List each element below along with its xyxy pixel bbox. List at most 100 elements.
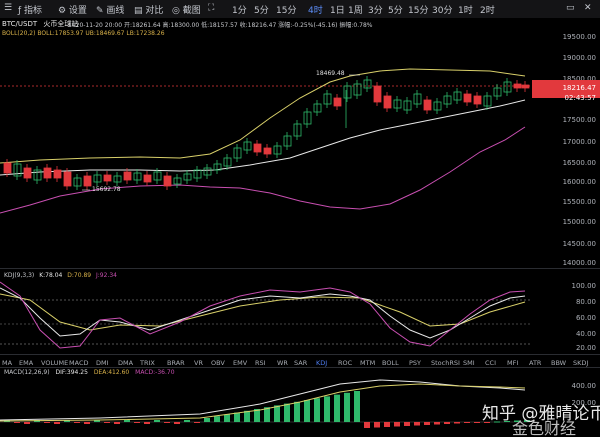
kdj-k: K:78.04: [39, 272, 63, 279]
kdj-tick-label: 20.00: [575, 344, 596, 352]
candle-body: [73, 177, 82, 187]
indicator-tab-emv[interactable]: EMV: [233, 359, 247, 367]
macd-dea: DEA:412.60: [93, 369, 130, 376]
indicator-tab-trix[interactable]: TRIX: [140, 359, 155, 367]
kdj-tick-label: 60.00: [575, 314, 596, 322]
indicator-tab-skdj[interactable]: SKDJ: [573, 359, 588, 367]
indicator-tab-wr[interactable]: WR: [277, 359, 288, 367]
indicator-tab-obv[interactable]: OBV: [211, 359, 225, 367]
candle-body: [153, 171, 162, 181]
candle-body: [323, 93, 332, 105]
macd-readout: MACD(12,26,9) DIF:394.25 DEA:412.60 MACD…: [4, 369, 175, 376]
macd-dif-line: [0, 379, 526, 421]
candle-body: [243, 141, 252, 151]
macd-histogram-bar: [404, 422, 410, 426]
indicator-tab-boll[interactable]: BOLL: [382, 359, 399, 367]
price-tick-label: 18216.47: [562, 84, 596, 92]
indicator-tab-sar[interactable]: SAR: [294, 359, 307, 367]
macd-histogram-bar: [14, 422, 20, 423]
macd-histogram-bar: [454, 422, 460, 424]
indicator-tab-kdj[interactable]: KDJ: [316, 359, 327, 367]
macd-histogram-bar: [294, 401, 300, 422]
macd-histogram-bar: [164, 422, 170, 423]
kdj-j-line: [0, 281, 526, 349]
macd-histogram-bar: [344, 392, 350, 422]
candle-body: [483, 95, 492, 107]
indicator-tab-dma[interactable]: DMA: [118, 359, 133, 367]
candle-body: [303, 111, 312, 125]
macd-histogram-bar: [354, 391, 360, 422]
indicator-tab-volume[interactable]: VOLUME: [41, 359, 68, 367]
candle-body: [473, 95, 482, 105]
macd-dea-line: [0, 383, 526, 422]
kdj-k-line: [0, 287, 526, 339]
candle-body: [253, 143, 262, 153]
candle-body: [503, 81, 512, 93]
candle-body: [3, 162, 12, 174]
macd-histogram-bar: [374, 422, 380, 428]
indicator-tab-dmi[interactable]: DMI: [96, 359, 109, 367]
indicator-tab-bbw[interactable]: BBW: [551, 359, 566, 367]
candle-body: [283, 135, 292, 147]
macd-histogram-bar: [434, 422, 440, 425]
kdj-label: KDJ(9,3,3): [4, 272, 35, 279]
pane-divider: [0, 268, 600, 269]
macd-histogram-bar: [114, 422, 120, 424]
indicator-tab-stochrsi[interactable]: StochRSI: [431, 359, 460, 367]
candle-body: [103, 174, 112, 182]
macd-histogram-bar: [154, 420, 160, 422]
indicator-tab-psy[interactable]: PSY: [409, 359, 421, 367]
candle-body: [363, 79, 372, 89]
candle-body: [23, 167, 32, 179]
watermark-jinse: 金色财经: [512, 419, 577, 437]
macd-value: MACD:-36.70: [135, 369, 175, 376]
boll-middle-line: [0, 99, 526, 176]
kdj-tick-label: 40.00: [575, 330, 596, 338]
indicator-tab-brar[interactable]: BRAR: [167, 359, 185, 367]
indicator-tab-mfi[interactable]: MFI: [507, 359, 518, 367]
indicator-tab-mtm[interactable]: MTM: [360, 359, 375, 367]
macd-histogram-bar: [334, 394, 340, 422]
candle-body: [273, 145, 282, 155]
macd-histogram-bar: [284, 403, 290, 422]
candle-body: [83, 175, 92, 187]
kdj-j: J:92.34: [96, 272, 117, 279]
macd-histogram-bar: [84, 422, 90, 424]
candle-body: [263, 147, 272, 155]
candle-body: [521, 84, 530, 89]
candle-body: [63, 171, 72, 187]
boll-upper-line: [0, 68, 526, 164]
macd-histogram-bar: [424, 422, 430, 425]
indicator-tab-smi[interactable]: SMI: [463, 359, 475, 367]
candle-body: [443, 95, 452, 105]
candle-body: [343, 85, 352, 99]
indicator-tab-cci[interactable]: CCI: [485, 359, 496, 367]
candle-body: [373, 85, 382, 103]
macd-histogram-bar: [394, 422, 400, 427]
indicator-tab-macd[interactable]: MACD: [69, 359, 88, 367]
high-mark-label: 18469.48: [316, 70, 345, 77]
candle-body: [163, 175, 172, 187]
tabs-divider-top: [0, 354, 600, 355]
macd-histogram-bar: [474, 422, 480, 423]
candle-body: [513, 83, 522, 89]
macd-histogram-bar: [324, 396, 330, 422]
candle-body: [493, 87, 502, 97]
candle-body: [43, 167, 52, 179]
candle-body: [423, 99, 432, 111]
indicator-tab-roc[interactable]: ROC: [338, 359, 352, 367]
indicator-tab-rsi[interactable]: RSI: [255, 359, 266, 367]
macd-histogram-bar: [74, 422, 80, 423]
kdj-readout: KDJ(9,3,3) K:78.04 D:70.89 J:92.34: [4, 272, 117, 279]
indicator-tab-atr[interactable]: ATR: [529, 359, 541, 367]
tabs-divider-bottom: [0, 367, 600, 368]
macd-histogram-bar: [384, 422, 390, 427]
indicator-tab-vr[interactable]: VR: [194, 359, 203, 367]
macd-histogram-bar: [304, 400, 310, 422]
macd-histogram-bar: [464, 422, 470, 423]
macd-tick-label: 400.00: [571, 382, 597, 390]
indicator-tab-ema[interactable]: EMA: [19, 359, 33, 367]
macd-histogram-bar: [134, 422, 140, 423]
macd-histogram-bar: [44, 422, 50, 423]
indicator-tab-ma[interactable]: MA: [2, 359, 12, 367]
